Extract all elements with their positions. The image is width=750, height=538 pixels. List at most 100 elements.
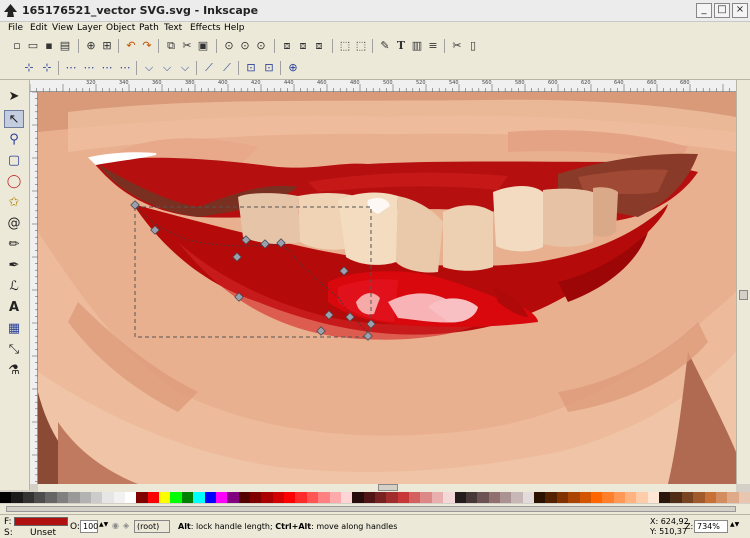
star-tool-icon[interactable]: ✩ bbox=[4, 194, 24, 212]
palette-swatch[interactable] bbox=[45, 492, 58, 503]
palette-swatch[interactable] bbox=[670, 492, 683, 503]
zoom-drawing-icon[interactable]: ⊙ bbox=[238, 39, 252, 53]
export-icon[interactable]: ⊞ bbox=[100, 39, 114, 53]
document-properties-icon[interactable]: ▯ bbox=[466, 39, 480, 53]
palette-swatch[interactable] bbox=[22, 492, 35, 503]
cut-icon[interactable]: ✂ bbox=[180, 39, 194, 53]
palette-swatch[interactable] bbox=[56, 492, 69, 503]
palette-swatch[interactable] bbox=[147, 492, 160, 503]
menu-file[interactable]: File bbox=[8, 23, 23, 33]
menu-text[interactable]: Text bbox=[164, 23, 182, 33]
palette-swatch[interactable] bbox=[443, 492, 456, 503]
fill-color-swatch[interactable] bbox=[14, 517, 68, 526]
palette-swatch[interactable] bbox=[397, 492, 410, 503]
menu-layer[interactable]: Layer bbox=[77, 23, 102, 33]
palette-swatch[interactable] bbox=[227, 492, 240, 503]
smooth-node-icon[interactable]: ⌵ bbox=[160, 61, 174, 75]
palette-swatch[interactable] bbox=[488, 492, 501, 503]
maximize-button[interactable]: □ bbox=[714, 3, 730, 18]
clone-icon[interactable]: ⧈ bbox=[296, 39, 310, 53]
palette-swatch[interactable] bbox=[340, 492, 353, 503]
palette-swatch[interactable] bbox=[125, 492, 137, 503]
menu-help[interactable]: Help bbox=[224, 23, 245, 33]
dropper-tool-icon[interactable]: ⚗ bbox=[4, 362, 24, 380]
line-segment-icon[interactable]: ⟋ bbox=[202, 61, 216, 75]
paste-icon[interactable]: ▣ bbox=[196, 39, 210, 53]
gradient-tool-icon[interactable]: ▦ bbox=[4, 320, 24, 338]
palette-swatch[interactable] bbox=[363, 492, 376, 503]
layer-dropdown[interactable]: (root) bbox=[134, 520, 170, 533]
pencil-tool-icon[interactable]: ✏ bbox=[4, 236, 24, 254]
palette-swatch[interactable] bbox=[318, 492, 331, 503]
cusp-node-icon[interactable]: ⌵ bbox=[142, 61, 156, 75]
palette-swatch[interactable] bbox=[625, 492, 637, 503]
palette-swatch[interactable] bbox=[738, 492, 750, 503]
palette-swatch[interactable] bbox=[193, 492, 206, 503]
palette-swatch[interactable] bbox=[704, 492, 717, 503]
save-icon[interactable]: ▪ bbox=[42, 39, 56, 53]
zoom-spinner-icon[interactable]: ▲▼ bbox=[730, 521, 739, 528]
delete-node-icon[interactable]: ⊹ bbox=[40, 61, 54, 75]
palette-swatch[interactable] bbox=[261, 492, 274, 503]
menu-object[interactable]: Object bbox=[106, 23, 135, 33]
node-tool-icon[interactable]: ↖ bbox=[4, 110, 24, 128]
palette-swatch[interactable] bbox=[11, 492, 24, 503]
palette-swatch[interactable] bbox=[102, 492, 115, 503]
palette-swatch[interactable] bbox=[727, 492, 740, 503]
palette-swatch[interactable] bbox=[136, 492, 149, 503]
rect-tool-icon[interactable]: ▢ bbox=[4, 152, 24, 170]
zoom-tool-icon[interactable]: ⚲ bbox=[4, 131, 24, 149]
palette-swatch[interactable] bbox=[306, 492, 319, 503]
opacity-input[interactable]: 100 bbox=[80, 520, 98, 533]
palette-swatch[interactable] bbox=[68, 492, 81, 503]
connector-tool-icon[interactable]: ⤡ bbox=[4, 341, 24, 359]
palette-swatch[interactable] bbox=[34, 492, 46, 503]
break-path-icon[interactable]: ⋯ bbox=[82, 61, 96, 75]
palette-swatch[interactable] bbox=[409, 492, 421, 503]
palette-swatch[interactable] bbox=[715, 492, 728, 503]
palette-swatch[interactable] bbox=[465, 492, 478, 503]
zoom-page-icon[interactable]: ⊙ bbox=[254, 39, 268, 53]
palette-swatch[interactable] bbox=[613, 492, 626, 503]
palette-swatch[interactable] bbox=[0, 492, 12, 503]
palette-swatch[interactable] bbox=[375, 492, 387, 503]
palette-swatch[interactable] bbox=[556, 492, 569, 503]
import-icon[interactable]: ⊕ bbox=[84, 39, 98, 53]
ungroup-icon[interactable]: ⬚ bbox=[354, 39, 368, 53]
palette-swatch[interactable] bbox=[238, 492, 251, 503]
mouth-artwork[interactable] bbox=[38, 92, 736, 484]
join-nodes-icon[interactable]: ⋯ bbox=[64, 61, 78, 75]
layer-lock-icon[interactable]: ◈ bbox=[123, 521, 129, 530]
palette-swatch[interactable] bbox=[420, 492, 433, 503]
palette-swatch[interactable] bbox=[454, 492, 467, 503]
menu-effects[interactable]: Effects bbox=[190, 23, 221, 33]
palette-swatch[interactable] bbox=[329, 492, 342, 503]
palette-swatch[interactable] bbox=[352, 492, 365, 503]
palette-swatch[interactable] bbox=[602, 492, 615, 503]
zoom-selection-icon[interactable]: ⊙ bbox=[222, 39, 236, 53]
calligraphy-tool-icon[interactable]: ℒ bbox=[4, 278, 24, 296]
palette-swatch[interactable] bbox=[500, 492, 512, 503]
palette-swatch[interactable] bbox=[215, 492, 228, 503]
vertical-scrollbar[interactable] bbox=[736, 80, 750, 484]
palette-swatch[interactable] bbox=[181, 492, 194, 503]
duplicate-icon[interactable]: ⧈ bbox=[280, 39, 294, 53]
palette-swatch[interactable] bbox=[284, 492, 296, 503]
palette-swatch[interactable] bbox=[250, 492, 262, 503]
preferences-icon[interactable]: ✂ bbox=[450, 39, 464, 53]
palette-swatch[interactable] bbox=[636, 492, 649, 503]
group-icon[interactable]: ⬚ bbox=[338, 39, 352, 53]
palette-swatch[interactable] bbox=[90, 492, 103, 503]
text-font-icon[interactable]: T bbox=[394, 39, 408, 53]
palette-swatch[interactable] bbox=[477, 492, 490, 503]
text-tool-icon[interactable]: A bbox=[4, 299, 24, 317]
palette-swatch[interactable] bbox=[272, 492, 285, 503]
palette-swatch[interactable] bbox=[659, 492, 671, 503]
palette-swatch[interactable] bbox=[522, 492, 535, 503]
delete-segment-icon[interactable]: ⋯ bbox=[118, 61, 132, 75]
stroke-to-path-icon[interactable]: ⊡ bbox=[262, 61, 276, 75]
minimize-button[interactable]: _ bbox=[696, 3, 712, 18]
palette-swatch[interactable] bbox=[590, 492, 603, 503]
close-button[interactable]: × bbox=[732, 3, 748, 18]
zoom-input[interactable]: 734% bbox=[694, 520, 728, 533]
